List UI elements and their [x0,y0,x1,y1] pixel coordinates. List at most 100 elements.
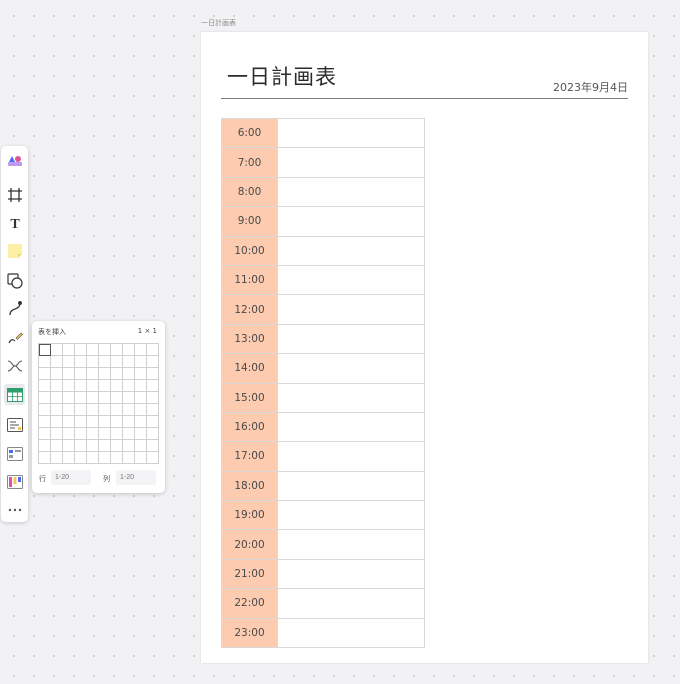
grid-cell[interactable] [39,452,51,464]
time-cell[interactable]: 19:00 [221,500,278,531]
plan-cell[interactable] [277,235,425,266]
plan-cell[interactable] [277,588,425,619]
grid-cell[interactable] [87,428,99,440]
grid-cell[interactable] [147,356,159,368]
grid-cell[interactable] [51,452,63,464]
grid-cell[interactable] [75,416,87,428]
grid-cell[interactable] [135,428,147,440]
plan-cell[interactable] [277,353,425,384]
grid-cell[interactable] [39,428,51,440]
grid-cell[interactable] [135,416,147,428]
grid-cell[interactable] [75,428,87,440]
grid-cell[interactable] [147,344,159,356]
grid-cell[interactable] [39,368,51,380]
grid-cell[interactable] [111,452,123,464]
time-cell[interactable]: 20:00 [221,529,278,560]
grid-cell[interactable] [87,440,99,452]
flowchart-button[interactable] [4,471,25,492]
grid-cell[interactable] [87,416,99,428]
grid-cell[interactable] [135,404,147,416]
grid-cell[interactable] [51,428,63,440]
plan-cell[interactable] [277,147,425,178]
grid-cell[interactable] [87,344,99,356]
grid-cell[interactable] [111,404,123,416]
grid-cell[interactable] [147,452,159,464]
plan-cell[interactable] [277,206,425,237]
grid-cell[interactable] [75,440,87,452]
kanban-button[interactable] [4,443,25,464]
grid-cell[interactable] [75,356,87,368]
grid-cell[interactable] [63,428,75,440]
pen-button[interactable] [4,326,25,347]
mindmap-button[interactable] [4,355,25,376]
grid-cell[interactable] [99,392,111,404]
grid-cell[interactable] [99,380,111,392]
time-cell[interactable]: 21:00 [221,558,278,590]
grid-cell[interactable] [147,416,159,428]
grid-cell[interactable] [39,392,51,404]
connector-button[interactable] [4,298,25,319]
plan-cell[interactable] [277,264,425,296]
time-cell[interactable]: 22:00 [221,588,278,619]
plan-cell[interactable] [277,176,425,208]
grid-cell[interactable] [111,416,123,428]
grid-cell[interactable] [87,392,99,404]
time-cell[interactable]: 23:00 [221,617,278,649]
grid-cell[interactable] [87,368,99,380]
grid-cell[interactable] [63,344,75,356]
grid-cell[interactable] [51,344,63,356]
time-cell[interactable]: 11:00 [221,264,278,296]
grid-cell[interactable] [147,440,159,452]
grid-cell[interactable] [75,380,87,392]
plan-cell[interactable] [277,441,425,472]
time-cell[interactable]: 15:00 [221,382,278,413]
plan-cell[interactable] [277,294,425,325]
grid-cell[interactable] [147,368,159,380]
grid-cell[interactable] [63,440,75,452]
plan-cell[interactable] [277,500,425,531]
grid-cell[interactable] [135,440,147,452]
grid-cell[interactable] [123,392,135,404]
grid-cell[interactable] [87,452,99,464]
grid-cell[interactable] [147,392,159,404]
text-button[interactable]: T [4,212,25,233]
frame-label[interactable]: 一日計画表 [201,18,236,28]
frame-button[interactable] [4,184,25,205]
grid-cell[interactable] [123,368,135,380]
grid-cell[interactable] [147,404,159,416]
time-cell[interactable]: 6:00 [221,117,278,149]
grid-cell[interactable] [63,416,75,428]
grid-cell[interactable] [51,404,63,416]
grid-cell[interactable] [111,392,123,404]
grid-cell[interactable] [99,428,111,440]
time-cell[interactable]: 13:00 [221,323,278,355]
table-size-grid[interactable] [38,343,159,464]
grid-cell[interactable] [99,404,111,416]
sticky-note-button[interactable] [4,240,25,261]
plan-cell[interactable] [277,617,425,649]
plan-cell[interactable] [277,323,425,355]
plan-cell[interactable] [277,117,425,149]
grid-cell[interactable] [135,452,147,464]
grid-cell[interactable] [135,356,147,368]
grid-cell[interactable] [39,380,51,392]
grid-cell[interactable] [123,344,135,356]
rows-input[interactable] [51,470,91,485]
grid-cell[interactable] [39,404,51,416]
grid-cell[interactable] [63,404,75,416]
grid-cell[interactable] [51,416,63,428]
grid-cell[interactable] [111,368,123,380]
grid-cell[interactable] [123,428,135,440]
grid-cell[interactable] [111,356,123,368]
cols-input[interactable] [116,470,156,485]
grid-cell[interactable] [51,368,63,380]
grid-cell[interactable] [63,392,75,404]
grid-cell[interactable] [99,368,111,380]
table-button[interactable] [4,384,25,405]
grid-cell[interactable] [99,452,111,464]
grid-cell[interactable] [99,356,111,368]
grid-cell[interactable] [87,380,99,392]
schedule-table[interactable]: 6:00 7:00 8:00 9:00 10:00 11:00 12:00 13:00 14:0… [221,117,425,649]
grid-cell[interactable] [135,344,147,356]
plan-cell[interactable] [277,382,425,413]
